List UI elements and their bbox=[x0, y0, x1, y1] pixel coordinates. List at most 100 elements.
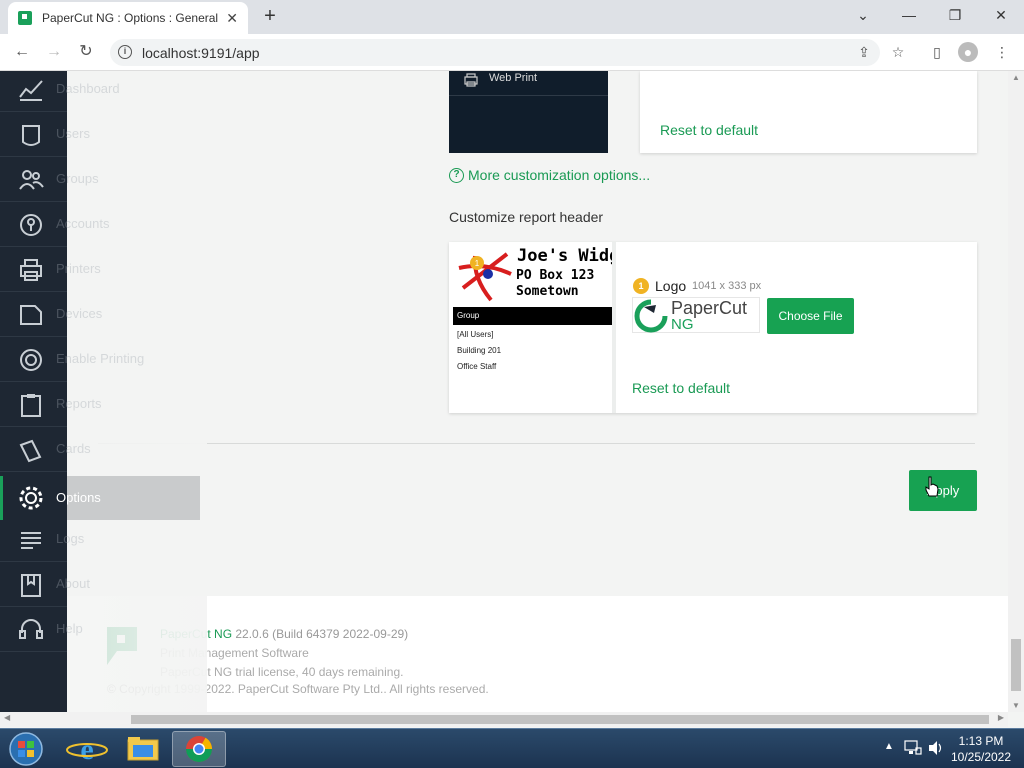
reload-icon[interactable]: ↻ bbox=[74, 40, 98, 64]
clock-date: 10/25/2022 bbox=[950, 750, 1012, 764]
sidebar-item-devices[interactable]: Devices bbox=[0, 292, 102, 337]
vertical-scroll-thumb[interactable] bbox=[1011, 639, 1021, 691]
scroll-up-arrow-icon[interactable]: ▲ bbox=[1012, 73, 1020, 82]
sidebar-item-cards[interactable]: Cards bbox=[0, 427, 91, 472]
group-icon bbox=[19, 170, 44, 190]
customization-card: Reset to default bbox=[640, 71, 977, 153]
user-icon bbox=[22, 125, 40, 146]
papercut-logo-icon bbox=[634, 299, 668, 333]
web-print-preview: Web Print bbox=[449, 71, 608, 153]
browser-tab[interactable]: PaperCut NG : Options : General ✕ bbox=[8, 2, 248, 34]
report-address-line2: Sometown bbox=[516, 284, 579, 299]
logo-brand-ng: NG bbox=[671, 316, 694, 333]
accounts-icon bbox=[20, 214, 42, 236]
preview-divider bbox=[449, 95, 608, 96]
scroll-right-arrow-icon[interactable]: ▶ bbox=[998, 713, 1004, 722]
forward-arrow-icon[interactable]: → bbox=[42, 40, 66, 64]
tab-search-icon[interactable]: ⌄ bbox=[840, 0, 886, 30]
sidebar-item-about[interactable]: About bbox=[0, 562, 90, 607]
share-icon[interactable]: ⇪ bbox=[854, 42, 874, 62]
report-preview: 1 Joe's Widgets PO Box 123 Sometown Grou… bbox=[449, 242, 612, 413]
profile-avatar-icon[interactable]: ● bbox=[958, 42, 978, 62]
tab-title: PaperCut NG : Options : General bbox=[42, 11, 219, 25]
section-divider bbox=[98, 443, 975, 444]
volume-icon[interactable] bbox=[928, 740, 944, 756]
sidebar-item-help[interactable]: Help bbox=[0, 607, 83, 652]
sidebar-item-accounts[interactable]: Accounts bbox=[0, 202, 109, 247]
reset-to-default-link[interactable]: Reset to default bbox=[632, 380, 730, 396]
sidebar-item-label: Options bbox=[56, 490, 101, 505]
sidebar-item-label: Help bbox=[56, 621, 83, 636]
vertical-scrollbar[interactable]: ▲ ▼ bbox=[1008, 71, 1024, 712]
tray-expand-icon[interactable]: ▲ bbox=[884, 741, 894, 752]
scroll-left-arrow-icon[interactable]: ◀ bbox=[4, 713, 10, 722]
sidebar-item-enable-printing[interactable]: Enable Printing bbox=[0, 337, 144, 382]
reset-to-default-link[interactable]: Reset to default bbox=[660, 122, 758, 138]
logs-icon bbox=[21, 532, 41, 549]
page-footer: PaperCut NG 22.0.6 (Build 64379 2022-09-… bbox=[67, 596, 1008, 712]
new-tab-button[interactable]: + bbox=[258, 4, 282, 28]
footer-version: 22.0.6 (Build 64379 2022-09-29) bbox=[235, 627, 409, 641]
sidebar-item-groups[interactable]: Groups bbox=[0, 157, 99, 202]
chart-icon bbox=[19, 80, 43, 101]
printer-icon bbox=[20, 259, 42, 281]
address-bar[interactable]: i localhost:9191/app ⇪ bbox=[110, 39, 880, 66]
sidebar-item-label: Cards bbox=[56, 441, 91, 456]
minimize-button[interactable]: — bbox=[886, 0, 932, 30]
more-customization-link[interactable]: ? More customization options... bbox=[449, 167, 650, 183]
sidebar-item-label: About bbox=[56, 576, 90, 591]
power-icon bbox=[20, 349, 42, 371]
sidebar-item-label: Reports bbox=[56, 396, 102, 411]
help-circle-icon: ? bbox=[449, 167, 464, 183]
web-print-icon bbox=[464, 73, 478, 87]
sidebar-item-dashboard[interactable]: Dashboard bbox=[0, 71, 120, 112]
sidebar-item-logs[interactable]: Logs bbox=[0, 517, 84, 562]
close-window-button[interactable]: ✕ bbox=[978, 0, 1024, 30]
browser-tabstrip: PaperCut NG : Options : General ✕ + ⌄ — … bbox=[0, 0, 1024, 34]
sidebar-item-label: Dashboard bbox=[56, 81, 120, 96]
network-icon[interactable] bbox=[904, 740, 922, 756]
sidebar-item-label: Enable Printing bbox=[56, 351, 145, 366]
back-arrow-icon[interactable]: ← bbox=[10, 40, 34, 64]
sidebar-item-printers[interactable]: Printers bbox=[0, 247, 101, 292]
logo-step-badge: 1 bbox=[633, 278, 649, 294]
scroll-down-arrow-icon[interactable]: ▼ bbox=[1012, 701, 1020, 710]
sidebar-item-label: Devices bbox=[56, 306, 103, 321]
browser-toolbar: ← → ↻ i localhost:9191/app ⇪ ☆ ▯ ● ⋮ bbox=[0, 34, 1024, 71]
tab-close-icon[interactable]: ✕ bbox=[226, 10, 238, 27]
side-panel-icon[interactable]: ▯ bbox=[927, 42, 947, 62]
site-info-icon[interactable]: i bbox=[118, 45, 132, 59]
sidebar-item-label: Printers bbox=[56, 261, 101, 276]
sidebar-item-users[interactable]: Users bbox=[0, 112, 90, 157]
menu-kebab-icon[interactable]: ⋮ bbox=[992, 42, 1012, 62]
windows-taskbar: e ▲ 1:13 PM 10/25/2022 bbox=[0, 728, 1024, 768]
choose-file-button[interactable]: Choose File bbox=[767, 298, 854, 334]
report-header-card: 1 Joe's Widgets PO Box 123 Sometown Grou… bbox=[449, 242, 977, 413]
horizontal-scroll-thumb[interactable] bbox=[131, 715, 989, 724]
preview-divider bbox=[612, 242, 616, 413]
headset-icon bbox=[19, 619, 43, 639]
report-header-heading: Customize report header bbox=[449, 209, 604, 225]
start-button-icon[interactable] bbox=[6, 731, 46, 767]
device-icon bbox=[20, 305, 42, 325]
clock-time: 1:13 PM bbox=[958, 734, 1004, 748]
logo-thumbnail: PaperCut NG bbox=[632, 297, 760, 333]
file-explorer-icon[interactable] bbox=[116, 731, 170, 767]
sidebar-item-label: Users bbox=[56, 126, 90, 141]
chrome-icon bbox=[185, 736, 213, 763]
internet-explorer-icon[interactable]: e bbox=[60, 731, 114, 767]
taskbar-clock[interactable]: 1:13 PM 10/25/2022 bbox=[948, 733, 1014, 765]
apply-button[interactable]: Apply bbox=[909, 470, 977, 511]
restore-button[interactable]: ❐ bbox=[932, 0, 978, 30]
sidebar-item-options[interactable]: Options bbox=[0, 476, 200, 520]
chrome-taskbar-button[interactable] bbox=[172, 731, 226, 767]
card-gap bbox=[608, 71, 640, 153]
url-text: localhost:9191/app bbox=[142, 45, 260, 61]
book-icon bbox=[21, 574, 41, 597]
bookmark-star-icon[interactable]: ☆ bbox=[888, 42, 908, 62]
report-row: Office Staff bbox=[457, 362, 497, 371]
svg-text:e: e bbox=[80, 733, 93, 766]
sidebar-item-reports[interactable]: Reports bbox=[0, 382, 102, 427]
report-table-header: Group bbox=[453, 307, 612, 325]
horizontal-scrollbar[interactable]: ◀ ▶ bbox=[0, 712, 1008, 727]
